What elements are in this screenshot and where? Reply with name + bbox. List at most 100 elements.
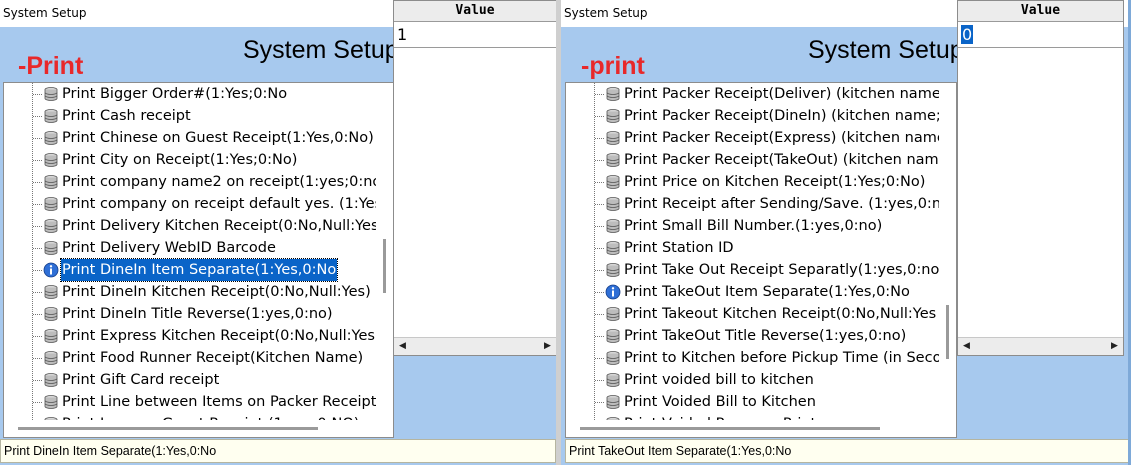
tree-item-label[interactable]: Print Line between Items on Packer Recei… — [61, 391, 376, 413]
settings-tree-panel: Print Bigger Order#(1:Yes;0:No Print Cash… — [3, 82, 394, 438]
tree-item[interactable]: Print DineIn Item Separate(1:Yes,0:No — [4, 258, 376, 282]
tree-branch-line — [595, 160, 605, 161]
database-icon — [605, 394, 621, 410]
database-icon — [43, 350, 59, 366]
tree-item[interactable]: Print TakeOut Title Reverse(1:yes,0:no) — [566, 325, 939, 347]
tree-vertical-scrollbar[interactable] — [939, 83, 956, 420]
tree-item-label[interactable]: Print Voided Bill to Kitchen — [623, 391, 817, 413]
tree-item-label[interactable]: Print Cash receipt — [61, 105, 192, 127]
tree-item[interactable]: Print Packer Receipt(TakeOut) (kitchen n… — [566, 149, 939, 171]
grid-horizontal-scrollbar[interactable]: ◀ ▶ — [958, 337, 1123, 355]
tree-item-label[interactable]: Print Delivery WebID Barcode — [61, 237, 277, 259]
database-icon — [43, 394, 59, 410]
tree-item-label[interactable]: Print Station ID — [623, 237, 735, 259]
tree-item-label[interactable]: Print Packer Receipt(DineIn) (kitchen na… — [623, 105, 939, 127]
tree-item-label[interactable]: Print Small Bill Number.(1:yes,0:no) — [623, 215, 883, 237]
tree-item[interactable]: Print company on receipt default yes. (1… — [4, 193, 376, 215]
scrollbar-thumb[interactable] — [580, 427, 880, 430]
tree-item[interactable]: Print Take Out Receipt Separatly(1:yes,0… — [566, 259, 939, 281]
section-tag: -Print — [18, 52, 84, 80]
tree-branch-line — [595, 182, 605, 183]
tree-item-label[interactable]: Print company name2 on receipt(1:yes;0:n… — [61, 171, 376, 193]
tree-item[interactable]: Print Small Bill Number.(1:yes,0:no) — [566, 215, 939, 237]
tree-item-label[interactable]: Print Express Kitchen Receipt(0:No,Null:… — [61, 325, 376, 347]
tree-branch-line — [33, 380, 43, 381]
value-cell[interactable]: 0 — [958, 22, 1123, 48]
scrollbar-thumb[interactable] — [383, 239, 386, 293]
tree-branch-line — [33, 182, 43, 183]
tree-branch-line — [33, 160, 43, 161]
tree-horizontal-scrollbar[interactable] — [566, 420, 939, 437]
tree-item[interactable]: Print DineIn Title Reverse(1:yes,0:no) — [4, 303, 376, 325]
tree-item[interactable]: Print company name2 on receipt(1:yes;0:n… — [4, 171, 376, 193]
tree-item[interactable]: Print TakeOut Item Separate(1:Yes,0:No — [566, 281, 939, 303]
grid-horizontal-scrollbar[interactable]: ◀ ▶ — [394, 337, 556, 355]
tree-item-label[interactable]: Print Logo on Guest Receipt (1:yes,0:NO) — [61, 413, 360, 420]
tree-item-label[interactable]: Print City on Receipt(1:Yes;0:No) — [61, 149, 298, 171]
tree-item[interactable]: Print Delivery WebID Barcode — [4, 237, 376, 259]
tree-item[interactable]: Print Packer Receipt(Express) (kitchen n… — [566, 127, 939, 149]
tree-item-label[interactable]: Print Price on Kitchen Receipt(1:Yes;0:N… — [623, 171, 926, 193]
tree-item[interactable]: Print Chinese on Guest Receipt(1:Yes,0:N… — [4, 127, 376, 149]
settings-tree[interactable]: Print Packer Receipt(Deliver) (kitchen n… — [566, 83, 939, 420]
scroll-right-arrow-icon[interactable]: ▶ — [539, 338, 556, 355]
tree-item-label[interactable]: Print company on receipt default yes. (1… — [61, 193, 376, 215]
tree-item-label[interactable]: Print Bigger Order#(1:Yes;0:No — [61, 83, 288, 105]
tree-item-label[interactable]: Print Delivery Kitchen Receipt(0:No,Null… — [61, 215, 376, 237]
tree-item-label[interactable]: Print Packer Receipt(TakeOut) (kitchen n… — [623, 149, 939, 171]
tree-item[interactable]: Print City on Receipt(1:Yes;0:No) — [4, 149, 376, 171]
tree-item-label[interactable]: Print Voided Reason - Printer — [623, 413, 832, 420]
tree-horizontal-scrollbar[interactable] — [4, 420, 376, 437]
tree-item[interactable]: Print Packer Receipt(DineIn) (kitchen na… — [566, 105, 939, 127]
tree-item[interactable]: Print Voided Reason - Printer — [566, 413, 939, 420]
tree-item[interactable]: Print Delivery Kitchen Receipt(0:No,Null… — [4, 215, 376, 237]
value-column-header[interactable]: Value — [394, 1, 556, 22]
tree-item[interactable]: Print Price on Kitchen Receipt(1:Yes;0:N… — [566, 171, 939, 193]
settings-tree[interactable]: Print Bigger Order#(1:Yes;0:No Print Cash… — [4, 83, 376, 420]
tree-item[interactable]: Print Logo on Guest Receipt (1:yes,0:NO) — [4, 413, 376, 420]
scrollbar-thumb[interactable] — [946, 305, 949, 359]
tree-item[interactable]: Print Food Runner Receipt(Kitchen Name) — [4, 347, 376, 369]
tree-item[interactable]: Print Receipt after Sending/Save. (1:yes… — [566, 193, 939, 215]
tree-branch-line — [595, 402, 605, 403]
tree-item[interactable]: Print Gift Card receipt — [4, 369, 376, 391]
tree-item-label[interactable]: Print DineIn Title Reverse(1:yes,0:no) — [61, 303, 334, 325]
tree-item[interactable]: Print Packer Receipt(Deliver) (kitchen n… — [566, 83, 939, 105]
tree-item-label[interactable]: Print DineIn Item Separate(1:Yes,0:No — [59, 258, 339, 282]
scroll-left-arrow-icon[interactable]: ◀ — [958, 338, 975, 355]
tree-item[interactable]: Print Voided Bill to Kitchen — [566, 391, 939, 413]
tree-item-label[interactable]: Print DineIn Kitchen Receipt(0:No,Null:Y… — [61, 281, 372, 303]
tree-item[interactable]: Print Express Kitchen Receipt(0:No,Null:… — [4, 325, 376, 347]
database-icon — [605, 328, 621, 344]
tree-item[interactable]: Print Station ID — [566, 237, 939, 259]
tree-item-label[interactable]: Print Food Runner Receipt(Kitchen Name) — [61, 347, 364, 369]
scroll-left-arrow-icon[interactable]: ◀ — [394, 338, 411, 355]
tree-item-label[interactable]: Print Chinese on Guest Receipt(1:Yes,0:N… — [61, 127, 375, 149]
tree-vertical-scrollbar[interactable] — [376, 83, 393, 420]
tree-item-label[interactable]: Print Packer Receipt(Deliver) (kitchen n… — [623, 83, 939, 105]
tree-item[interactable]: Print Takeout Kitchen Receipt(0:No,Null:… — [566, 303, 939, 325]
scroll-right-arrow-icon[interactable]: ▶ — [1106, 338, 1123, 355]
tree-item-label[interactable]: Print Packer Receipt(Express) (kitchen n… — [623, 127, 939, 149]
tree-item[interactable]: Print DineIn Kitchen Receipt(0:No,Null:Y… — [4, 281, 376, 303]
tree-item-label[interactable]: Print Gift Card receipt — [61, 369, 220, 391]
tree-item-label[interactable]: Print TakeOut Item Separate(1:Yes,0:No — [623, 281, 911, 303]
settings-tree-panel: Print Packer Receipt(Deliver) (kitchen n… — [565, 82, 957, 438]
tree-item-label[interactable]: Print voided bill to kitchen — [623, 369, 815, 391]
tree-item-label[interactable]: Print Takeout Kitchen Receipt(0:No,Null:… — [623, 303, 937, 325]
value-column-header[interactable]: Value — [958, 1, 1123, 22]
tree-item-label[interactable]: Print TakeOut Title Reverse(1:yes,0:no) — [623, 325, 907, 347]
tree-item-label[interactable]: Print to Kitchen before Pickup Time (in … — [623, 347, 939, 369]
tree-item[interactable]: Print Cash receipt — [4, 105, 376, 127]
value-text[interactable]: 1 — [397, 25, 407, 44]
tree-branch-line — [33, 138, 43, 139]
tree-item-label[interactable]: Print Receipt after Sending/Save. (1:yes… — [623, 193, 939, 215]
value-text[interactable]: 0 — [961, 25, 974, 44]
tree-item-label[interactable]: Print Take Out Receipt Separatly(1:yes,0… — [623, 259, 939, 281]
tree-item[interactable]: Print Line between Items on Packer Recei… — [4, 391, 376, 413]
tree-item[interactable]: Print Bigger Order#(1:Yes;0:No — [4, 83, 376, 105]
scrollbar-thumb[interactable] — [18, 427, 318, 430]
tree-item[interactable]: Print voided bill to kitchen — [566, 369, 939, 391]
tree-item[interactable]: Print to Kitchen before Pickup Time (in … — [566, 347, 939, 369]
value-cell[interactable]: 1 — [394, 22, 556, 48]
